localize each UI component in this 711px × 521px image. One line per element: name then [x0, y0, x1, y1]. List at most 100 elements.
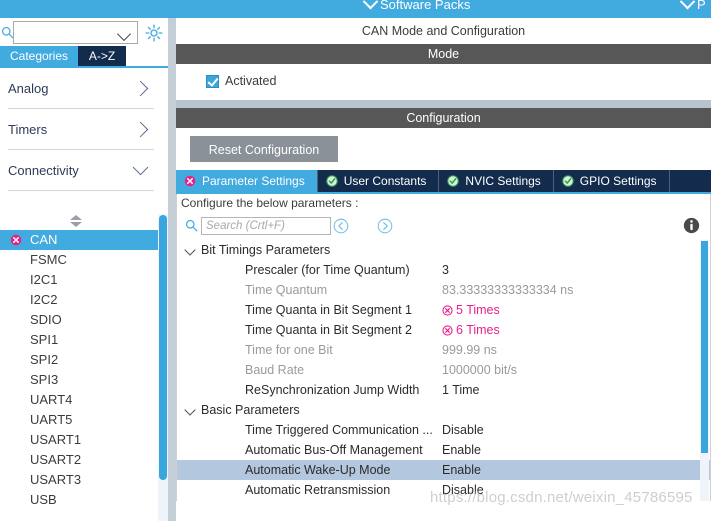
- tab-gpio-settings[interactable]: GPIO Settings: [553, 170, 670, 192]
- param-row-time-quanta-segment-1[interactable]: Time Quanta in Bit Segment 1 5 Times: [177, 300, 710, 320]
- peripheral-item-i2c2[interactable]: I2C2: [0, 290, 158, 310]
- peripheral-item-label: SDIO: [30, 312, 62, 327]
- previous-match-button[interactable]: [333, 218, 349, 234]
- left-panel-tabs: Categories A->Z: [0, 46, 170, 66]
- param-value: 6 Times: [456, 323, 500, 337]
- param-name: Time Quanta in Bit Segment 1: [245, 303, 412, 317]
- peripheral-item-label: USART3: [30, 472, 82, 487]
- peripheral-item-label: USB: [30, 492, 57, 507]
- check-circle-icon: [325, 175, 338, 187]
- left-scrollbar-thumb[interactable]: [159, 215, 167, 480]
- param-value: 1 Time: [442, 383, 480, 397]
- peripheral-item-sdio[interactable]: SDIO: [0, 310, 158, 330]
- peripheral-item-uart5[interactable]: UART5: [0, 410, 158, 430]
- peripheral-item-label: UART4: [30, 392, 73, 407]
- param-name: Automatic Bus-Off Management: [245, 443, 423, 457]
- peripheral-item-usart2[interactable]: USART2: [0, 450, 158, 470]
- tab-label: GPIO Settings: [579, 174, 657, 188]
- peripheral-item-usart1[interactable]: USART1: [0, 430, 158, 450]
- tab-parameter-settings[interactable]: Parameter Settings: [176, 170, 318, 192]
- param-row-automatic-retransmission[interactable]: Automatic Retransmission Disable: [177, 480, 710, 500]
- group-label: Bit Timings Parameters: [201, 243, 331, 257]
- peripheral-item-label: SPI2: [30, 352, 59, 367]
- param-value: 1000000 bit/s: [442, 363, 518, 377]
- menu-pinout[interactable]: P: [679, 0, 706, 12]
- info-icon[interactable]: [683, 217, 700, 234]
- configure-hint: Configure the below parameters :: [176, 194, 711, 212]
- panel-divider[interactable]: [168, 18, 176, 521]
- menu-software-packs[interactable]: Software Packs: [362, 0, 470, 12]
- chevron-right-icon: [132, 121, 149, 137]
- peripheral-item-usb[interactable]: USB: [0, 490, 158, 510]
- tab-nvic-settings[interactable]: NVIC Settings: [439, 170, 554, 192]
- configuration-tab-strip: Parameter Settings User Constants NVIC S…: [176, 170, 711, 192]
- peripheral-item-spi1[interactable]: SPI1: [0, 330, 158, 350]
- peripheral-search-row: [0, 18, 170, 48]
- list-resize-handle[interactable]: [0, 214, 162, 228]
- triangle-up-icon: [70, 215, 82, 220]
- mode-section-body: Activated: [176, 64, 711, 100]
- chevron-down-icon: [116, 26, 132, 42]
- group-basic-parameters[interactable]: Basic Parameters: [177, 400, 710, 420]
- chevron-down-icon: [184, 244, 196, 256]
- activated-checkbox-label: Activated: [225, 74, 277, 88]
- category-connectivity-label: Connectivity: [8, 162, 79, 178]
- param-name: Time Quantum: [245, 283, 328, 297]
- peripheral-item-usart3[interactable]: USART3: [0, 470, 158, 490]
- triangle-down-icon: [70, 222, 82, 227]
- error-icon: [184, 175, 196, 187]
- param-value: 3: [442, 263, 449, 277]
- next-match-button[interactable]: [377, 218, 393, 234]
- tab-categories[interactable]: Categories: [0, 46, 78, 66]
- mode-section-header: Mode: [176, 44, 711, 64]
- param-row-time-for-one-bit: Time for one Bit 999.99 ns: [177, 340, 710, 360]
- param-name: Time for one Bit: [245, 343, 333, 357]
- parameter-scrollbar-thumb[interactable]: [701, 241, 708, 453]
- param-row-automatic-wake-up-mode[interactable]: Automatic Wake-Up Mode Enable: [177, 460, 710, 480]
- category-analog[interactable]: Analog: [8, 68, 154, 109]
- error-icon: [10, 234, 22, 246]
- param-row-prescaler[interactable]: Prescaler (for Time Quantum) 3: [177, 260, 710, 280]
- gear-icon[interactable]: [145, 24, 163, 42]
- chevron-down-icon: [132, 159, 149, 176]
- peripheral-item-spi2[interactable]: SPI2: [0, 350, 158, 370]
- param-row-resynchronization-jump-width[interactable]: ReSynchronization Jump Width 1 Time: [177, 380, 710, 400]
- peripheral-search-combo[interactable]: [13, 21, 138, 44]
- peripheral-item-label: CAN: [30, 232, 58, 247]
- peripheral-item-uart4[interactable]: UART4: [0, 390, 158, 410]
- param-name: Baud Rate: [245, 363, 305, 377]
- check-circle-icon: [562, 175, 574, 187]
- param-value: 999.99 ns: [442, 343, 497, 357]
- peripheral-item-spi3[interactable]: SPI3: [0, 370, 158, 390]
- param-row-time-quanta-segment-2[interactable]: Time Quanta in Bit Segment 2 6 Times: [177, 320, 710, 340]
- param-row-time-triggered-communication[interactable]: Time Triggered Communication ... Disable: [177, 420, 710, 440]
- category-timers[interactable]: Timers: [8, 109, 154, 150]
- group-bit-timings-parameters[interactable]: Bit Timings Parameters: [177, 240, 710, 260]
- reset-configuration-button[interactable]: Reset Configuration: [190, 136, 338, 162]
- param-name: Time Triggered Communication ...: [245, 423, 433, 437]
- peripheral-item-label: SPI1: [30, 332, 59, 347]
- peripheral-item-label: SPI3: [30, 372, 59, 387]
- activated-checkbox[interactable]: Activated: [206, 74, 276, 88]
- tab-user-constants[interactable]: User Constants: [317, 170, 440, 192]
- parameter-toolbar: [176, 212, 711, 240]
- tab-label: User Constants: [343, 174, 427, 188]
- param-row-automatic-bus-off-management[interactable]: Automatic Bus-Off Management Enable: [177, 440, 710, 460]
- left-peripheral-panel: Categories A->Z Analog Timers Connectivi…: [0, 18, 178, 521]
- category-analog-label: Analog: [8, 80, 49, 96]
- tab-label: NVIC Settings: [465, 174, 541, 188]
- peripheral-item-i2c1[interactable]: I2C1: [0, 270, 158, 290]
- stm32cubemx-window: Software Packs P Categories A->Z Analog …: [0, 0, 711, 521]
- param-value: Enable: [442, 443, 481, 457]
- param-row-time-quantum: Time Quantum 83.33333333333334 ns: [177, 280, 710, 300]
- top-menu-bar: Software Packs P: [0, 0, 711, 18]
- peripheral-item-fsmc[interactable]: FSMC: [0, 250, 158, 270]
- category-connectivity[interactable]: Connectivity: [8, 150, 154, 191]
- section-gap: [176, 100, 711, 108]
- search-input[interactable]: [201, 217, 331, 235]
- peripheral-item-can[interactable]: CAN: [0, 230, 178, 250]
- param-name: Automatic Retransmission: [245, 483, 391, 497]
- tab-a-to-z[interactable]: A->Z: [78, 46, 126, 66]
- chevron-right-icon: [132, 80, 149, 96]
- menu-pinout-label: P: [697, 0, 706, 12]
